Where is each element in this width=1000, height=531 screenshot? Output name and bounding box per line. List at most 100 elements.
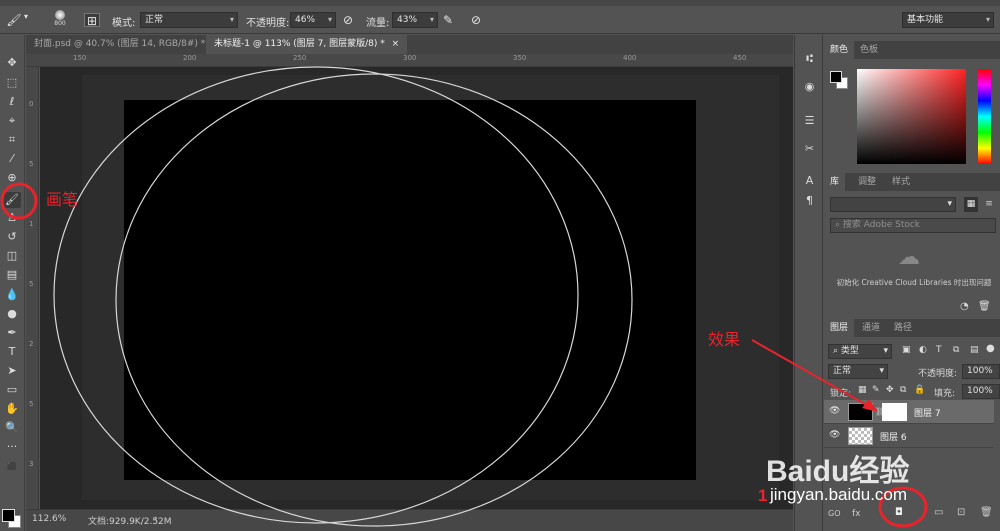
brush-panel-toggle-icon[interactable]: ⊞ [84, 13, 100, 28]
trash-icon[interactable]: 🗑 [978, 301, 991, 312]
chevron-down-icon: ▾ [429, 15, 434, 24]
hue-slider[interactable] [978, 69, 991, 164]
cc-sync-icon[interactable]: ◔ [960, 301, 969, 312]
eye-icon[interactable]: 👁 [829, 430, 840, 440]
lock-position-icon[interactable]: ✥ [886, 385, 894, 395]
pen-tool-icon[interactable]: ✒ [3, 325, 21, 341]
tab-libraries[interactable]: 库 [824, 173, 846, 191]
filter-type-icon[interactable]: T [936, 345, 942, 355]
layer-row-7[interactable]: 👁 ⛓ 图层 7 [824, 400, 994, 424]
filter-toggle-icon[interactable]: ● [986, 343, 995, 354]
foreground-color-swatch[interactable] [2, 509, 15, 522]
tab-color[interactable]: 颜色 [824, 41, 855, 59]
pressure-opacity-icon[interactable]: ⊘ [340, 13, 356, 27]
list-view-icon[interactable]: ≡ [982, 197, 996, 212]
history-panel-icon[interactable]: ⑆ [801, 51, 818, 66]
layer-opacity-input[interactable]: 100% [962, 364, 1000, 379]
stamp-tool-icon[interactable]: ♙ [3, 210, 21, 226]
tab-styles[interactable]: 样式 [886, 173, 916, 191]
eraser-tool-icon[interactable]: ◫ [3, 248, 21, 264]
chevron-right-icon[interactable]: › [154, 514, 158, 524]
eye-icon[interactable]: 👁 [829, 406, 840, 416]
lasso-tool-icon[interactable]: ℓ [3, 94, 21, 110]
lock-pixels-icon[interactable]: ✎ [872, 385, 880, 395]
dodge-tool-icon[interactable]: ● [3, 306, 21, 322]
filter-pixel-icon[interactable]: ▣ [902, 345, 911, 355]
pressure-size-icon[interactable]: ⊘ [468, 13, 484, 27]
type-tool-icon[interactable]: T [3, 344, 21, 360]
tab-paths[interactable]: 路径 [888, 319, 918, 337]
close-icon[interactable]: × [392, 39, 400, 49]
workspace-select[interactable]: 基本功能 ▾ [902, 12, 994, 28]
layer-filter-select[interactable]: ⌕ 类型 ▾ [828, 344, 892, 359]
add-mask-icon[interactable]: ◘ [895, 507, 903, 518]
character-panel-icon[interactable]: A [801, 173, 818, 188]
document-canvas[interactable] [124, 100, 696, 480]
healing-brush-tool-icon[interactable]: ⊕ [3, 170, 21, 186]
filter-adjustment-icon[interactable]: ◐ [919, 345, 927, 355]
tab-swatches[interactable]: 色板 [854, 41, 884, 59]
tab-adjustments[interactable]: 调整 [852, 173, 882, 191]
blend-mode-select[interactable]: 正常 ▾ [828, 364, 888, 379]
shape-tool-icon[interactable]: ▭ [3, 382, 21, 398]
color-panel-foreground-swatch[interactable] [830, 71, 842, 83]
default-colors-icon[interactable]: ⬛ [3, 459, 21, 475]
zoom-level[interactable]: 112.6% [32, 514, 66, 524]
history-brush-tool-icon[interactable]: ↺ [3, 229, 21, 245]
ruler-tick: 5 [29, 400, 34, 408]
ruler-tick: 450 [733, 54, 747, 62]
hand-tool-icon[interactable]: ✋ [3, 401, 21, 417]
doc-tab-cover[interactable]: 封面.psd @ 40.7% (图层 14, RGB/8#) * × [26, 35, 228, 54]
opacity-input[interactable]: 46% ▾ [290, 12, 336, 28]
mode-label: 模式: [112, 18, 136, 29]
document-info: 文档:929.9K/2.52M [88, 517, 172, 527]
blur-tool-icon[interactable]: 💧 [3, 287, 21, 303]
clone-source-panel-icon[interactable]: ✂ [801, 141, 818, 156]
paragraph-panel-icon[interactable]: ¶ [801, 193, 818, 208]
crop-tool-icon[interactable]: ⌗ [3, 132, 21, 148]
new-group-icon[interactable]: ▭ [934, 507, 943, 518]
filter-shape-icon[interactable]: ⧉ [953, 345, 959, 355]
eyedropper-tool-icon[interactable]: ⁄ [3, 151, 21, 167]
brush-tool-icon[interactable]: 🖌 [3, 192, 21, 208]
delete-layer-icon[interactable]: 🗑 [980, 507, 993, 518]
brush-panel-icon[interactable]: ☰ [801, 113, 818, 128]
grid-view-icon[interactable]: ▦ [964, 197, 978, 212]
new-layer-icon[interactable]: ⊡ [957, 507, 965, 518]
layer-row-6[interactable]: 👁 图层 6 [824, 424, 994, 448]
library-select[interactable]: ▾ [830, 197, 956, 212]
fill-input[interactable]: 100% [962, 384, 1000, 399]
more-tools-icon[interactable]: ··· [3, 439, 21, 455]
color-picker-field[interactable] [857, 69, 966, 164]
stock-search-input[interactable]: ⌕ 搜索 Adobe Stock [830, 218, 996, 233]
brush-size-picker[interactable]: 800 [50, 10, 70, 32]
lock-all-icon[interactable]: 🔒 [914, 385, 925, 395]
annotation-brush-label: 画笔 [46, 190, 79, 209]
layer-style-icon[interactable]: fx [852, 509, 861, 519]
filter-smart-object-icon[interactable]: ▤ [970, 345, 979, 355]
path-select-tool-icon[interactable]: ➤ [3, 363, 21, 379]
move-tool-icon[interactable]: ✥ [3, 55, 21, 71]
brush-preset-chevron-icon[interactable]: ▾ [24, 12, 28, 21]
flow-input[interactable]: 43% ▾ [392, 12, 438, 28]
baidu-watermark-logo: Baidu经验 [766, 455, 910, 488]
layer-opacity-label: 不透明度: [918, 369, 958, 379]
gradient-tool-icon[interactable]: ▤ [3, 267, 21, 283]
ruler-tick: 250 [293, 54, 307, 62]
link-layers-icon[interactable]: GO [828, 509, 841, 518]
mode-select[interactable]: 正常 ▾ [140, 12, 238, 28]
tab-layers[interactable]: 图层 [824, 319, 855, 337]
tab-channels[interactable]: 通道 [856, 319, 886, 337]
lock-artboard-icon[interactable]: ⧉ [900, 385, 906, 395]
quick-select-tool-icon[interactable]: ⌖ [3, 113, 21, 129]
document-tabs: 封面.psd @ 40.7% (图层 14, RGB/8#) * × 未标题-1… [26, 35, 793, 54]
layer-mask-thumbnail[interactable] [882, 403, 907, 421]
lock-transparent-icon[interactable]: ▦ [858, 385, 867, 395]
marquee-tool-icon[interactable]: ⬚ [3, 75, 21, 91]
doc-tab-untitled[interactable]: 未标题-1 @ 113% (图层 7, 图层蒙版/8) * × [206, 35, 408, 54]
actions-panel-icon[interactable]: ◉ [801, 79, 818, 94]
zoom-tool-icon[interactable]: 🔍 [3, 420, 21, 436]
airbrush-icon[interactable]: ✎ [440, 13, 456, 27]
mode-select-value: 正常 [145, 15, 164, 25]
brush-preset-icon[interactable]: 🖌 [6, 13, 22, 27]
